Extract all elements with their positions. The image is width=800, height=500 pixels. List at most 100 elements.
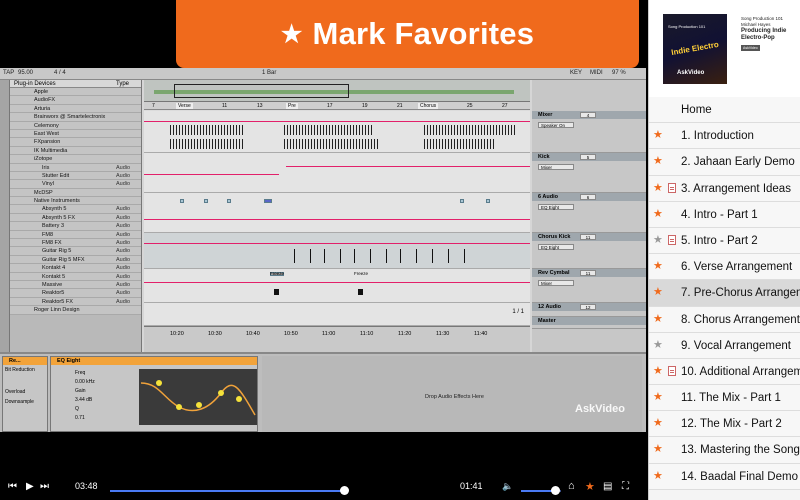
mixer-track[interactable]: Chorus Kick 11 EQ Eight — [532, 233, 646, 269]
browser-item[interactable]: East West — [10, 129, 141, 139]
favorite-star-icon[interactable]: ★ — [653, 155, 663, 167]
cpu-value: 97 % — [612, 70, 626, 76]
ruler-mark: 13 — [257, 103, 263, 109]
favorite-star-icon[interactable]: ★ — [653, 182, 663, 194]
mixer-track[interactable]: 12 Audio 12 — [532, 303, 646, 317]
favorite-star-icon[interactable]: ★ — [653, 129, 663, 141]
locator-flag[interactable]: Pre — [286, 103, 298, 109]
video-player[interactable]: ★ Mark Favorites TAP 95.00 4 / 4 1 Bar K… — [0, 0, 648, 476]
lesson-item[interactable]: ★ 9. Vocal Arrangement — [649, 332, 800, 359]
browser-item[interactable]: Stutter EditAudio Unit — [10, 171, 141, 187]
browser-item[interactable]: VinylAudio Unit — [10, 180, 141, 196]
home-icon[interactable]: ⌂ — [568, 480, 575, 492]
browser-item[interactable]: Reaktor5 FXAudio Unit — [10, 297, 141, 313]
rewind-button[interactable]: ⏮ — [8, 481, 17, 492]
notes-icon[interactable]: ▤ — [603, 481, 612, 492]
browser-item[interactable]: Guitar Rig 5Audio Unit — [10, 247, 141, 263]
mark-favorites-banner: ★ Mark Favorites — [176, 0, 639, 68]
browser-item[interactable]: Reaktor5Audio Unit — [10, 289, 141, 305]
lesson-item[interactable]: ★ 8. Chorus Arrangement — [649, 306, 800, 333]
progress-knob[interactable] — [340, 486, 350, 495]
browser-item[interactable]: FM8Audio Unit — [10, 230, 141, 246]
ruler-mark: 19 — [362, 103, 368, 109]
lesson-item[interactable]: ★ 4. Intro - Part 1 — [649, 201, 800, 228]
browser-header: Plug-in Devices Type — [10, 80, 141, 88]
browser-item[interactable]: McDSP — [10, 188, 141, 198]
time-mark: 10:20 — [170, 331, 184, 337]
askvideo-watermark: AskVideo — [575, 403, 625, 415]
time-mark: 10:50 — [284, 331, 298, 337]
favorite-star-icon[interactable]: ★ — [653, 260, 663, 272]
favorite-star-icon[interactable]: ★ — [653, 286, 663, 298]
course-header: Song Production 101 Indie Electro AskVid… — [649, 0, 800, 97]
browser-item[interactable]: MassiveAudio Unit — [10, 280, 141, 296]
volume-icon[interactable]: 🔈 — [502, 481, 513, 492]
browser-item[interactable]: Arturia — [10, 104, 141, 114]
progress-slider[interactable] — [110, 486, 350, 495]
drop-effects-area[interactable]: Drop Audio Effects Here — [262, 356, 642, 432]
browser-item[interactable]: Roger Linn Design — [10, 306, 141, 315]
document-icon[interactable] — [668, 365, 676, 376]
browser-item[interactable]: FXpansion — [10, 138, 141, 147]
fast-forward-button[interactable]: ⏭ — [40, 481, 49, 492]
browser-item[interactable]: iZotope — [10, 155, 141, 164]
browser-item[interactable]: Celemony — [10, 121, 141, 130]
lesson-item[interactable]: ★ 14. Baadal Final Demo — [649, 463, 800, 490]
lesson-item[interactable]: ★ 11. The Mix - Part 1 — [649, 385, 800, 412]
play-button[interactable]: ▶ — [26, 481, 34, 492]
mixer-track[interactable]: Master — [532, 317, 646, 329]
lesson-item[interactable]: ★ 5. Intro - Part 2 — [649, 227, 800, 255]
signature-value: 4 / 4 — [54, 70, 66, 76]
lesson-item[interactable]: ★ 10. Additional Arrangement — [649, 358, 800, 386]
mixer-track[interactable]: 6 Audio 6 EQ Eight — [532, 193, 646, 233]
browser-item[interactable]: FM8 FXAudio Unit — [10, 239, 141, 254]
mixer-track[interactable]: Mixer 4 Speaker On — [532, 111, 646, 153]
lesson-item[interactable]: ★ 12. The Mix - Part 2 — [649, 411, 800, 438]
browser-item[interactable]: IrisAudio Unit — [10, 163, 141, 179]
lesson-item[interactable]: ★ 7. Pre-Chorus Arrangement — [649, 280, 800, 307]
page-count: 1 / 1 — [512, 309, 524, 315]
lesson-item[interactable]: ★ 6. Verse Arrangement — [649, 254, 800, 281]
favorite-star-icon[interactable]: ★ — [653, 208, 663, 220]
volume-knob[interactable] — [551, 486, 560, 495]
lesson-item[interactable]: ★ 1. Introduction — [649, 123, 800, 150]
eq-eight-device: EQ Eight Freq 0.00 kHz Gain 3.44 dB Q 0.… — [50, 356, 258, 432]
banner-text: Mark Favorites — [312, 16, 535, 51]
browser-item[interactable]: IK Multimedia — [10, 146, 141, 156]
browser-item[interactable]: Absynth 5Audio Unit — [10, 205, 141, 221]
favorite-star-icon[interactable]: ★ — [653, 391, 663, 403]
favorite-star-icon[interactable]: ★ — [653, 313, 663, 325]
browser-item[interactable]: Native Instruments — [10, 197, 141, 206]
browser-item[interactable]: Apple — [10, 88, 141, 97]
mixer-track[interactable]: Rev Cymbal 11 Mixer — [532, 269, 646, 303]
lesson-item[interactable]: ★ 13. Mastering the Song — [649, 437, 800, 464]
browser-item[interactable]: Absynth 5 FXAudio Unit — [10, 213, 141, 229]
lesson-sidebar: Song Production 101 Indie Electro AskVid… — [648, 0, 800, 500]
locator-flag[interactable]: Verse — [176, 103, 193, 109]
browser-item[interactable]: Kontakt 4Audio Unit — [10, 264, 141, 280]
browser-item[interactable]: Battery 3Audio Unit — [10, 222, 141, 238]
browser-item[interactable]: Guitar Rig 5 MFXAudio Unit — [10, 255, 141, 271]
favorite-star-icon[interactable]: ★ — [585, 480, 595, 493]
document-icon[interactable] — [668, 182, 676, 193]
favorite-star-icon[interactable]: ★ — [653, 339, 663, 351]
browser-item[interactable]: AudioFX — [10, 96, 141, 105]
browser-item[interactable]: Brainworx @ Smartelectronix — [10, 113, 141, 122]
tempo-value: 95.00 — [18, 70, 34, 76]
browser-item[interactable]: Kontakt 5Audio Unit — [10, 272, 141, 288]
favorite-star-icon[interactable]: ★ — [653, 417, 663, 429]
fullscreen-icon[interactable]: ⛶ — [622, 481, 629, 492]
mixer-track[interactable]: Kick 5 Mixer — [532, 153, 646, 193]
favorite-star-icon[interactable]: ★ — [653, 234, 663, 246]
home-item[interactable]: Home — [649, 97, 800, 124]
time-ruler: 10:20 10:30 10:40 10:50 11:00 11:10 11:20 11:30… — [144, 326, 530, 352]
lesson-item[interactable]: ★ 2. Jahaan Early Demo — [649, 149, 800, 176]
lesson-item[interactable]: ★ 3. Arrangement Ideas — [649, 175, 800, 202]
volume-slider[interactable] — [521, 486, 561, 495]
clip-label: Freeze — [270, 271, 285, 276]
favorite-star-icon[interactable]: ★ — [653, 443, 663, 455]
favorite-star-icon[interactable]: ★ — [653, 470, 663, 482]
favorite-star-icon[interactable]: ★ — [653, 365, 663, 377]
document-icon[interactable] — [668, 234, 676, 245]
locator-flag[interactable]: Chorus — [418, 103, 439, 109]
